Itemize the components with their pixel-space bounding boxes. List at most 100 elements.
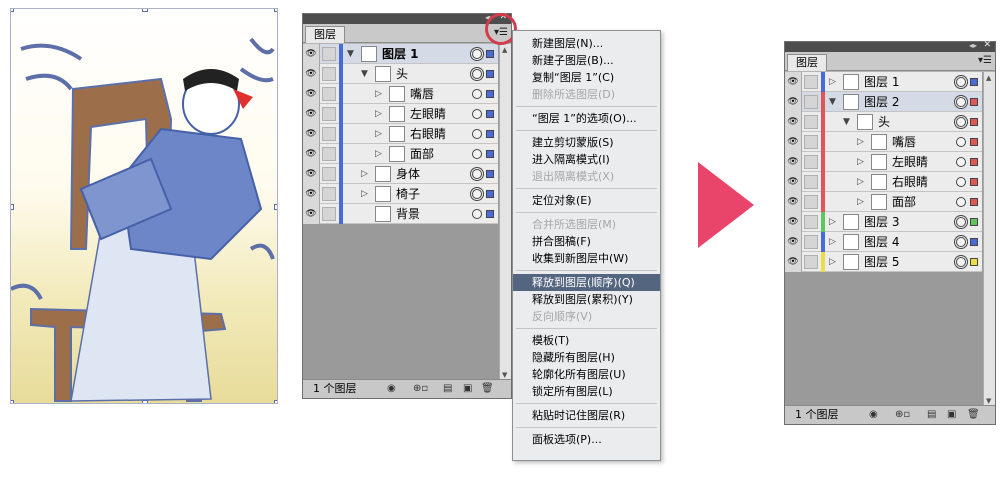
tab-layers[interactable]: 图层 [305,26,345,43]
selection-handle[interactable] [274,400,277,403]
tab-layers[interactable]: 图层 [787,54,827,71]
expand-triangle-right-icon[interactable]: ▷ [361,167,368,181]
target-circle-icon[interactable] [956,97,966,107]
scroll-down-icon[interactable]: ▼ [502,371,507,379]
expand-triangle-right-icon[interactable]: ▷ [857,195,864,209]
target-circle-icon[interactable] [472,209,482,219]
menu-item[interactable]: 新建子图层(B)... [513,52,660,69]
layer-row[interactable]: 👁 ▷ 左眼睛 [303,104,498,124]
visibility-eye-icon[interactable]: 👁 [785,192,802,212]
visibility-eye-icon[interactable]: 👁 [303,64,320,84]
visibility-eye-icon[interactable]: 👁 [785,212,802,232]
target-circle-icon[interactable] [472,189,482,199]
layer-row[interactable]: 👁 ▷ 左眼睛 [785,152,982,172]
layer-row[interactable]: 👁 ▷ 图层 5 [785,252,982,272]
layer-row[interactable]: 👁 ▼ 图层 2 [785,92,982,112]
lock-toggle[interactable] [322,207,336,221]
panel-menu-icon[interactable]: ▾☰ [977,54,993,68]
target-circle-icon[interactable] [956,117,966,127]
lock-toggle[interactable] [804,215,818,229]
visibility-eye-icon[interactable]: 👁 [785,252,802,272]
make-clipping-mask-icon[interactable]: ⊕▫ [895,408,910,422]
selection-square[interactable] [486,190,494,198]
menu-item[interactable]: 收集到新图层中(W) [513,250,660,267]
visibility-eye-icon[interactable]: 👁 [785,132,802,152]
selection-square[interactable] [486,90,494,98]
target-circle-icon[interactable] [956,237,966,247]
visibility-eye-icon[interactable]: 👁 [785,72,802,92]
selection-square[interactable] [970,238,978,246]
visibility-eye-icon[interactable]: 👁 [303,44,320,64]
selection-handle[interactable] [11,400,14,403]
expand-triangle-right-icon[interactable]: ▷ [375,107,382,121]
expand-triangle-right-icon[interactable]: ▷ [375,127,382,141]
menu-item[interactable]: 新建图层(N)... [513,35,660,52]
lock-toggle[interactable] [804,95,818,109]
menu-item[interactable]: 进入隔离模式(I) [513,151,660,168]
delete-layer-icon[interactable]: 🗑 [481,382,494,396]
menu-item[interactable]: 拼合图稿(F) [513,233,660,250]
selection-handle[interactable] [142,400,148,403]
lock-toggle[interactable] [804,75,818,89]
menu-item[interactable]: 释放到图层(累积)(Y) [513,291,660,308]
layer-row[interactable]: 👁 ▷ 图层 3 [785,212,982,232]
visibility-eye-icon[interactable]: 👁 [785,92,802,112]
visibility-eye-icon[interactable]: 👁 [303,204,320,224]
lock-toggle[interactable] [322,127,336,141]
target-circle-icon[interactable] [472,69,482,79]
target-circle-icon[interactable] [472,149,482,159]
expand-triangle-right-icon[interactable]: ▷ [857,155,864,169]
menu-item[interactable]: 轮廓化所有图层(U) [513,366,660,383]
layer-row[interactable]: 👁 ▷ 右眼睛 [303,124,498,144]
selection-handle[interactable] [274,9,277,12]
expand-triangle-right-icon[interactable]: ▷ [361,187,368,201]
lock-toggle[interactable] [804,155,818,169]
scroll-up-icon[interactable]: ▲ [502,46,507,54]
selection-square[interactable] [970,78,978,86]
expand-triangle-right-icon[interactable]: ▷ [375,87,382,101]
menu-item[interactable]: 隐藏所有图层(H) [513,349,660,366]
layer-row[interactable]: 👁 ▼ 头 [785,112,982,132]
selection-square[interactable] [970,118,978,126]
visibility-eye-icon[interactable]: 👁 [785,112,802,132]
target-circle-icon[interactable] [472,169,482,179]
selection-square[interactable] [486,130,494,138]
target-circle-icon[interactable] [472,49,482,59]
lock-toggle[interactable] [322,147,336,161]
layer-row[interactable]: 👁 ▼ 头 [303,64,498,84]
layer-row[interactable]: 👁 ▼ 图层 1 [303,44,498,64]
visibility-eye-icon[interactable]: 👁 [303,164,320,184]
target-circle-icon[interactable] [472,129,482,139]
selection-handle[interactable] [274,204,277,210]
visibility-eye-icon[interactable]: 👁 [303,184,320,204]
visibility-eye-icon[interactable]: 👁 [303,144,320,164]
new-layer-icon[interactable]: ▣ [947,408,956,422]
menu-item[interactable]: 定位对象(E) [513,192,660,209]
menu-item[interactable]: 面板选项(P)... [513,431,660,448]
menu-item[interactable]: 模板(T) [513,332,660,349]
layer-row[interactable]: 👁 ▷ 图层 1 [785,72,982,92]
target-circle-icon[interactable] [472,109,482,119]
selection-square[interactable] [970,138,978,146]
layer-row[interactable]: 👁 ▷ 面部 [785,192,982,212]
lock-toggle[interactable] [804,135,818,149]
visibility-eye-icon[interactable]: 👁 [785,152,802,172]
target-circle-icon[interactable] [956,217,966,227]
expand-triangle-right-icon[interactable]: ▷ [829,255,836,269]
expand-triangle-down-icon[interactable]: ▼ [361,67,368,81]
expand-triangle-right-icon[interactable]: ▷ [375,147,382,161]
selection-square[interactable] [486,110,494,118]
selection-square[interactable] [970,178,978,186]
target-circle-icon[interactable] [956,77,966,87]
menu-item[interactable]: 建立剪切蒙版(S) [513,134,660,151]
make-clipping-mask-icon[interactable]: ⊕▫ [413,382,428,396]
target-circle-icon[interactable] [956,157,966,167]
lock-toggle[interactable] [804,115,818,129]
menu-item[interactable]: 锁定所有图层(L) [513,383,660,400]
target-circle-icon[interactable] [956,197,966,207]
selection-square[interactable] [486,210,494,218]
new-sublayer-icon[interactable]: ▤ [927,408,936,422]
selection-square[interactable] [970,218,978,226]
visibility-eye-icon[interactable]: 👁 [303,84,320,104]
locate-object-icon[interactable]: ◉ [387,382,396,396]
